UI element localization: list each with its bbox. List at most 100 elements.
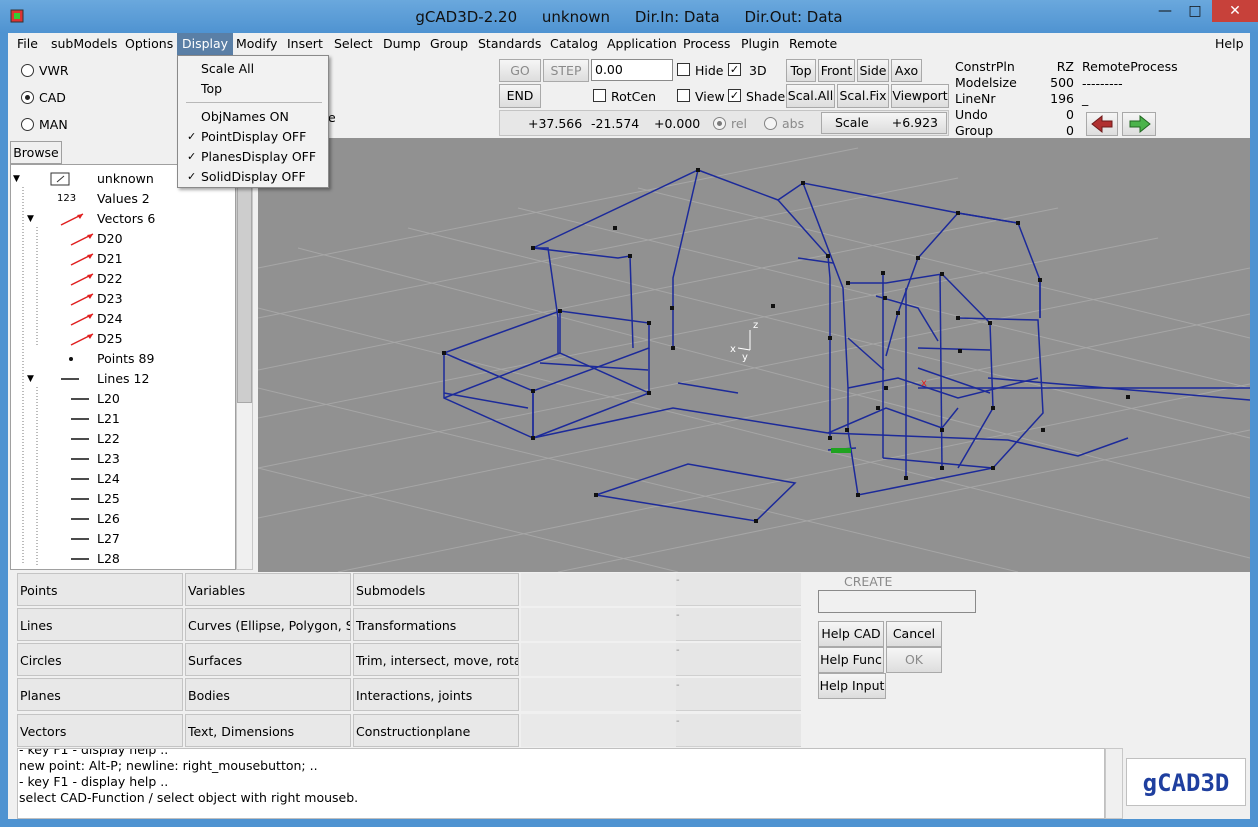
function-planes[interactable]: Planes (17, 678, 183, 711)
empty-entry-row[interactable]: - (521, 714, 801, 747)
tree-item-label[interactable]: L23 (97, 449, 120, 469)
rotcen-checkbox[interactable] (593, 89, 606, 102)
menu-remote[interactable]: Remote (784, 33, 842, 55)
menu-display[interactable]: Display (177, 33, 234, 55)
function-circles[interactable]: Circles (17, 643, 183, 676)
menu-insert[interactable]: Insert (282, 33, 328, 55)
scale-button[interactable]: Scale +6.923 (821, 112, 947, 134)
step-value-input[interactable]: 0.00 (591, 59, 673, 81)
tree-item-label[interactable]: Vectors 6 (97, 209, 155, 229)
menu-process[interactable]: Process (678, 33, 735, 55)
dd-objnames-on[interactable]: ObjNames ON (178, 107, 328, 127)
viewport-button[interactable]: Viewport (891, 84, 949, 108)
function-lines[interactable]: Lines (17, 608, 183, 641)
dd-soliddisplay-off[interactable]: ✓ SolidDisplay OFF (178, 167, 328, 187)
function-bodies[interactable]: Bodies (185, 678, 351, 711)
side-view-button[interactable]: Side (857, 59, 889, 82)
menu-application[interactable]: Application (602, 33, 682, 55)
function-constructionplane[interactable]: Constructionplane (353, 714, 519, 747)
help-func-button[interactable]: Help Func (818, 647, 884, 673)
redo-arrow-button[interactable] (1122, 112, 1156, 136)
dd-pointdisplay-off[interactable]: ✓ PointDisplay OFF (178, 127, 328, 147)
close-button[interactable]: ✕ (1212, 0, 1258, 22)
tree-item-label[interactable]: Points 89 (97, 349, 154, 369)
tree-item-label[interactable]: L25 (97, 489, 120, 509)
tree-expander[interactable]: ▼ (27, 209, 34, 229)
tree-item-label[interactable]: L20 (97, 389, 120, 409)
tree-item-label[interactable]: Values 2 (97, 189, 150, 209)
view-checkbox[interactable] (677, 89, 690, 102)
tree-item-label[interactable]: L21 (97, 409, 120, 429)
function-vectors[interactable]: Vectors (17, 714, 183, 747)
end-button[interactable]: END (499, 84, 541, 108)
undo-arrow-button[interactable] (1086, 112, 1118, 136)
step-button[interactable]: STEP (543, 59, 589, 82)
tree-item-label[interactable]: D24 (97, 309, 123, 329)
help-cad-button[interactable]: Help CAD (818, 621, 884, 647)
empty-entry-row[interactable]: - (521, 643, 801, 676)
menu-select[interactable]: Select (329, 33, 378, 55)
maximize-button[interactable]: □ (1180, 0, 1210, 22)
menu-group[interactable]: Group (425, 33, 473, 55)
3d-checkbox[interactable]: ✓ (728, 63, 741, 76)
tree-item-label[interactable]: D22 (97, 269, 123, 289)
tree-item-label[interactable]: L26 (97, 509, 120, 529)
menu-help[interactable]: Help (1210, 33, 1249, 55)
tree-item-label[interactable]: L24 (97, 469, 120, 489)
menu-modify[interactable]: Modify (231, 33, 282, 55)
cancel-button[interactable]: Cancel (886, 621, 942, 647)
scale-all-button[interactable]: Scal.All (786, 84, 835, 108)
empty-entry-row[interactable]: - (521, 678, 801, 711)
tree-item-label[interactable]: L28 (97, 549, 120, 569)
radio-cad[interactable] (21, 91, 34, 104)
browse-tab[interactable]: Browse (10, 141, 62, 164)
menu-dump[interactable]: Dump (378, 33, 426, 55)
tree-expander[interactable]: ▼ (27, 369, 34, 389)
abs-radio[interactable] (764, 117, 777, 130)
tree-item-label[interactable]: Lines 12 (97, 369, 149, 389)
ok-button[interactable]: OK (886, 647, 942, 673)
tree-item-label[interactable]: unknown (97, 169, 154, 189)
tree-scrollbar-thumb[interactable] (237, 180, 252, 403)
function-text-dimensions[interactable]: Text, Dimensions (185, 714, 351, 747)
shade-checkbox[interactable]: ✓ (728, 89, 741, 102)
menu-standards[interactable]: Standards (473, 33, 546, 55)
tree-item-label[interactable]: D23 (97, 289, 123, 309)
dd-planesdisplay-off[interactable]: ✓ PlanesDisplay OFF (178, 147, 328, 167)
function-transformations[interactable]: Transformations (353, 608, 519, 641)
rel-radio[interactable] (713, 117, 726, 130)
tree-expander[interactable]: ▼ (13, 169, 20, 189)
function-variables[interactable]: Variables (185, 573, 351, 606)
help-input-button[interactable]: Help Input (818, 673, 886, 699)
front-view-button[interactable]: Front (818, 59, 855, 82)
tree-item-label[interactable]: L22 (97, 429, 120, 449)
function-surfaces[interactable]: Surfaces (185, 643, 351, 676)
create-input[interactable] (818, 590, 976, 613)
menu-plugin[interactable]: Plugin (736, 33, 784, 55)
menu-catalog[interactable]: Catalog (545, 33, 603, 55)
top-view-button[interactable]: Top (786, 59, 816, 82)
menu-submodels[interactable]: subModels (46, 33, 122, 55)
3d-viewport[interactable]: z x y x (258, 138, 1250, 572)
model-canvas[interactable]: z x y x (258, 138, 1250, 572)
radio-man[interactable] (21, 118, 34, 131)
menu-file[interactable]: File (12, 33, 43, 55)
menu-options[interactable]: Options (120, 33, 178, 55)
hide-checkbox[interactable] (677, 63, 690, 76)
empty-entry-row[interactable]: - (521, 573, 801, 606)
dd-top[interactable]: Top (178, 79, 328, 99)
tree-item-label[interactable]: D20 (97, 229, 123, 249)
function-points[interactable]: Points (17, 573, 183, 606)
go-button[interactable]: GO (499, 59, 541, 82)
function-submodels[interactable]: Submodels (353, 573, 519, 606)
tree-item-label[interactable]: D25 (97, 329, 123, 349)
minimize-button[interactable]: — (1150, 0, 1180, 22)
function-interactions[interactable]: Interactions, joints (353, 678, 519, 711)
tree-item-label[interactable]: L27 (97, 529, 120, 549)
function-curves[interactable]: Curves (Ellipse, Polygon, Spli (185, 608, 351, 641)
axo-view-button[interactable]: Axo (891, 59, 922, 82)
radio-vwr[interactable] (21, 64, 34, 77)
console-scrollbar[interactable] (1105, 748, 1123, 819)
tree-item-label[interactable]: D21 (97, 249, 123, 269)
scale-fix-button[interactable]: Scal.Fix (837, 84, 889, 108)
